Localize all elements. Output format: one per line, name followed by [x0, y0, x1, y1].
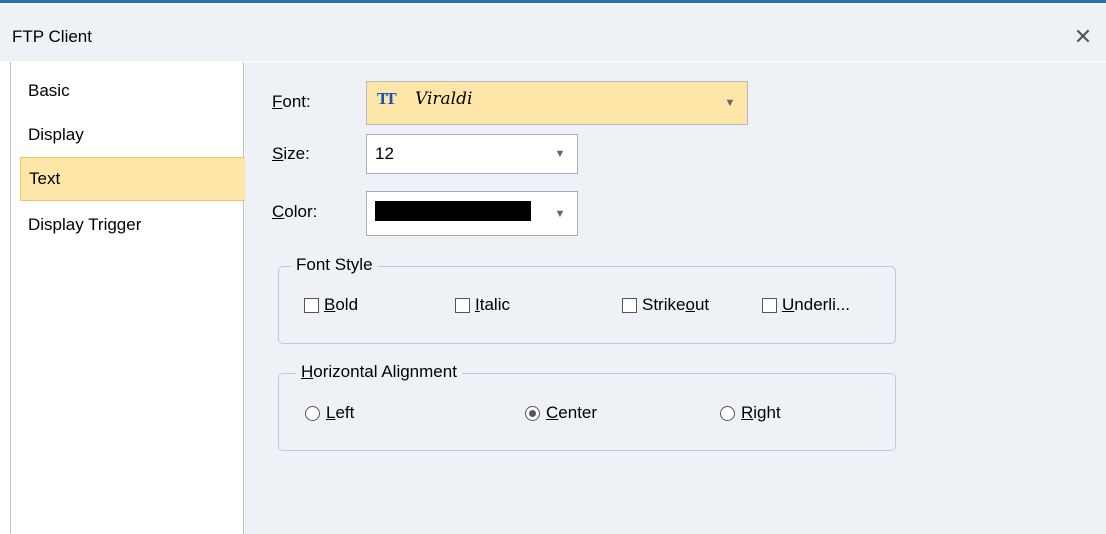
underline-checkbox[interactable]: Underli... — [762, 295, 850, 315]
checkbox-icon — [762, 297, 777, 313]
color-dropdown[interactable]: ▼ — [366, 191, 578, 236]
checkbox-icon — [455, 297, 470, 313]
checkbox-icon — [622, 297, 637, 313]
checkbox-icon — [304, 297, 319, 313]
sidebar-item-display-trigger[interactable]: Display Trigger — [20, 203, 246, 247]
title-bar: FTP Client ✕ — [0, 3, 1106, 61]
chevron-down-icon[interactable]: ▼ — [543, 192, 577, 235]
sidebar-item-label: Display Trigger — [28, 215, 142, 234]
chevron-down-icon[interactable]: ▼ — [713, 82, 747, 124]
font-dropdown[interactable]: TT Viraldi ▼ — [366, 81, 748, 125]
size-value: 12 — [375, 144, 394, 163]
settings-panel: Font: TT Viraldi ▼ Size: 12 ▼ Color: ▼ F… — [245, 62, 1106, 534]
chevron-down-icon[interactable]: ▼ — [543, 135, 577, 173]
sidebar-item-label: Text — [29, 169, 61, 188]
size-dropdown[interactable]: 12 ▼ — [366, 134, 578, 174]
category-list: Basic Display Text Display Trigger — [10, 62, 246, 534]
color-label: Color: — [272, 202, 318, 221]
sidebar-item-text[interactable]: Text — [20, 157, 246, 201]
horizontal-alignment-title: Horizontal Alignment — [296, 362, 462, 382]
font-style-title: Font Style — [291, 255, 378, 275]
align-right-radio[interactable]: Right — [720, 403, 781, 423]
radio-icon — [305, 405, 320, 421]
horizontal-alignment-group: Horizontal Alignment Left Center Right — [278, 362, 896, 451]
font-label: Font: — [272, 92, 311, 111]
radio-selected-icon — [525, 405, 540, 421]
size-label: Size: — [272, 144, 310, 163]
sidebar-item-basic[interactable]: Basic — [20, 69, 246, 113]
radio-icon — [720, 405, 735, 421]
sidebar-item-label: Display — [28, 125, 84, 144]
sidebar-item-display[interactable]: Display — [20, 113, 246, 157]
italic-checkbox[interactable]: Italic — [455, 295, 510, 315]
truetype-font-icon: TT — [377, 89, 397, 108]
close-icon[interactable]: ✕ — [1068, 19, 1098, 55]
sidebar-item-label: Basic — [28, 81, 70, 100]
color-swatch — [375, 201, 531, 221]
bold-checkbox[interactable]: Bold — [304, 295, 358, 315]
align-center-radio[interactable]: Center — [525, 403, 597, 423]
font-value: Viraldi — [415, 89, 473, 109]
font-style-group: Font Style Bold Italic Strikeout Underli… — [278, 255, 896, 344]
window-title: FTP Client — [12, 27, 92, 46]
strikeout-checkbox[interactable]: Strikeout — [622, 295, 709, 315]
align-left-radio[interactable]: Left — [305, 403, 354, 423]
